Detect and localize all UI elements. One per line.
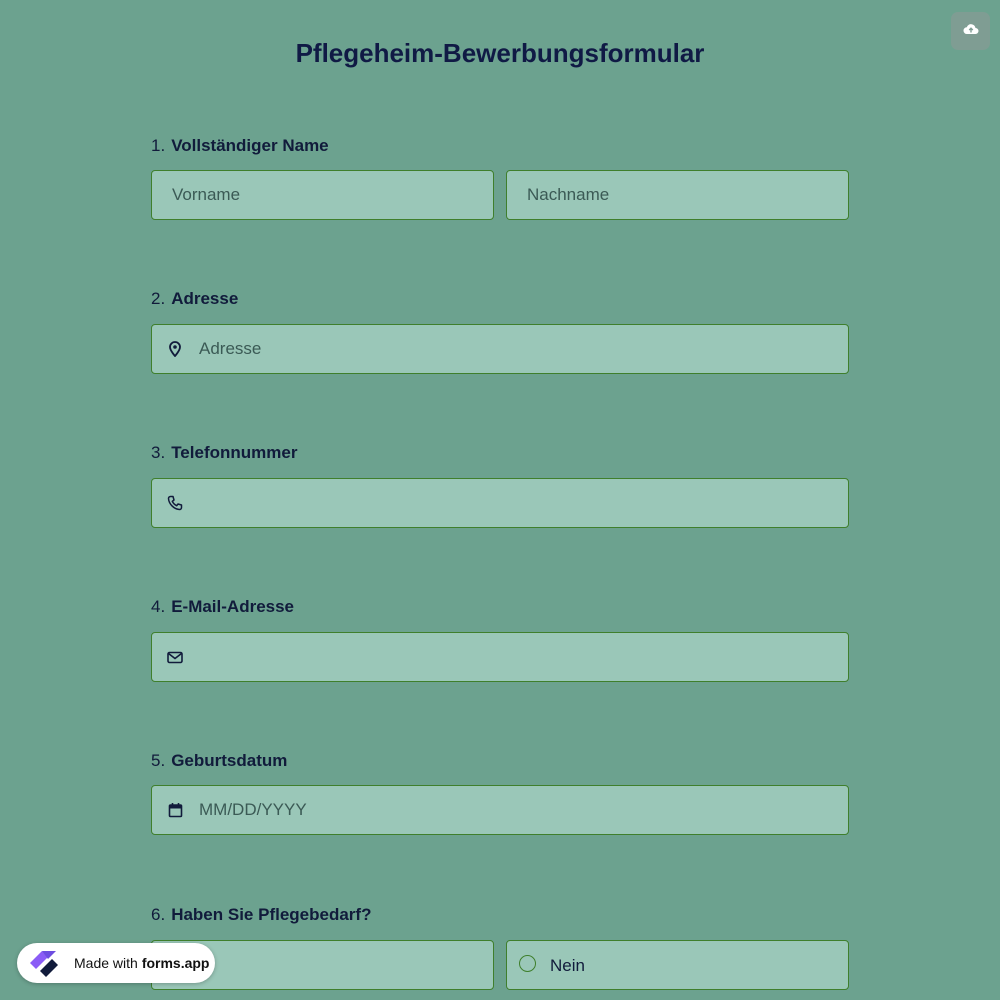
first-name-field[interactable]: Vorname [151, 170, 494, 220]
question-label-email: 4. E-Mail-Adresse [151, 597, 294, 617]
question-text: Adresse [171, 289, 239, 308]
last-name-placeholder: Nachname [527, 185, 610, 204]
question-number: 3. [151, 443, 166, 462]
radio-option-label: Nein [550, 956, 585, 975]
envelope-icon [166, 648, 184, 666]
radio-button[interactable] [519, 955, 536, 972]
address-field[interactable]: Adresse [151, 324, 849, 374]
question-text: Haben Sie Pflegebedarf? [171, 905, 372, 924]
page-title: Pflegeheim-Bewerbungsformular [295, 38, 705, 68]
question-number: 6. [151, 905, 166, 924]
badge-text: Made with [74, 955, 138, 971]
question-label-name: 1. Vollständiger Name [151, 136, 329, 156]
badge-brand: forms.app [141, 955, 210, 971]
question-label-birthdate: 5. Geburtsdatum [151, 751, 287, 771]
question-label-phone: 3. Telefonnummer [151, 443, 297, 463]
phone-field[interactable] [151, 478, 849, 528]
made-with-forms-app-badge[interactable]: Made with forms.app [17, 943, 215, 983]
radio-option-no[interactable]: Nein [506, 940, 849, 990]
question-text: Geburtsdatum [171, 751, 288, 770]
question-text: Vollständiger Name [171, 136, 329, 155]
forms-app-logo-icon [26, 947, 66, 979]
last-name-field[interactable]: Nachname [506, 170, 849, 220]
question-text: E-Mail-Adresse [171, 597, 295, 616]
question-text: Telefonnummer [171, 443, 298, 462]
phone-icon [166, 494, 184, 512]
calendar-icon [166, 801, 184, 819]
question-number: 4. [151, 597, 166, 616]
birthdate-field[interactable]: MM/DD/YYYY [151, 785, 849, 835]
question-label-care-need: 6. Haben Sie Pflegebedarf? [151, 905, 371, 925]
question-number: 1. [151, 136, 166, 155]
question-label-address: 2. Adresse [151, 289, 238, 309]
first-name-placeholder: Vorname [172, 185, 241, 204]
email-field[interactable] [151, 632, 849, 682]
question-number: 5. [151, 751, 166, 770]
question-number: 2. [151, 289, 166, 308]
location-pin-icon [166, 340, 184, 358]
